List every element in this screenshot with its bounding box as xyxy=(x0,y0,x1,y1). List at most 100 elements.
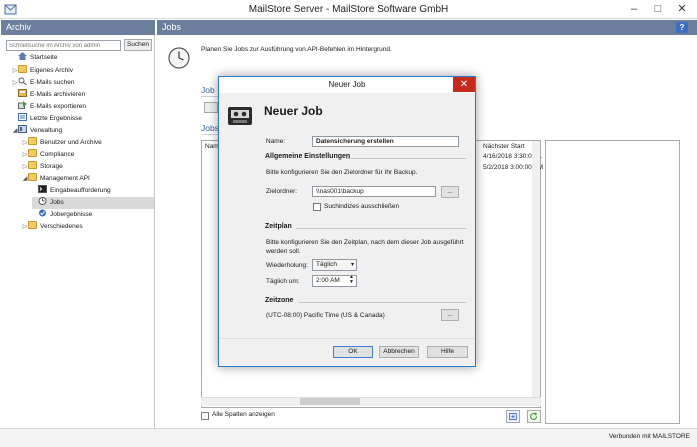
search-button[interactable]: Suchen xyxy=(124,39,152,51)
button-bar-divider xyxy=(219,338,475,339)
sidebar-item-emails-archivieren[interactable]: E-Mails archivieren xyxy=(12,89,154,101)
sidebar-item-verwaltung[interactable]: ◢ Verwaltung xyxy=(12,125,154,137)
backup-tape-icon xyxy=(228,107,252,125)
general-settings-description: Bitte konfigurieren Sie den Zielordner f… xyxy=(266,169,418,176)
folder-icon xyxy=(28,173,37,181)
sidebar-item-letzte-ergebnisse[interactable]: Letzte Ergebnisse xyxy=(12,113,154,125)
refresh-icon[interactable] xyxy=(527,410,541,423)
show-all-columns-checkbox[interactable] xyxy=(201,412,209,420)
sidebar-item-label: Storage xyxy=(40,163,63,170)
new-job-button[interactable] xyxy=(204,102,218,113)
column-header-next-start[interactable]: Nächster Start xyxy=(483,143,525,150)
target-folder-label: Zielordner: xyxy=(266,188,298,195)
sidebar-item-label: E-Mails suchen xyxy=(30,79,75,86)
sidebar-item-label: Jobergebnisse xyxy=(50,211,93,218)
archive-icon xyxy=(18,89,27,97)
folder-icon xyxy=(18,65,27,73)
clock-icon xyxy=(38,197,47,205)
sidebar-item-verschiedenes[interactable]: ▷ Verschiedenes xyxy=(22,221,154,233)
chevron-down-icon: ▾ xyxy=(350,262,354,268)
column-header-name[interactable]: Nam xyxy=(205,143,219,150)
name-label: Name: xyxy=(266,138,286,145)
folder-icon xyxy=(28,161,37,169)
folder-icon xyxy=(28,221,37,229)
sidebar-item-benutzer-und-archive[interactable]: ▷ Benutzer und Archive xyxy=(22,137,154,149)
sidebar-item-management-api[interactable]: ◢ Management API xyxy=(22,173,154,185)
sidebar-item-label: Startseite xyxy=(30,54,58,61)
ok-button[interactable]: OK xyxy=(333,346,373,358)
exclude-index-checkbox[interactable] xyxy=(313,203,321,211)
minimize-button[interactable]: – xyxy=(624,1,644,17)
command-prompt-icon xyxy=(38,185,47,193)
general-settings-heading: Allgemeine Einstellungen xyxy=(265,153,351,160)
sidebar-item-emails-suchen[interactable]: ▷ E-Mails suchen xyxy=(12,77,154,89)
sidebar-item-eigenes-archiv[interactable]: ▷ Eigenes Archiv xyxy=(12,65,154,77)
schedule-heading: Zeitplan xyxy=(265,223,292,230)
section-divider xyxy=(201,134,219,135)
browse-folder-button[interactable]: ... xyxy=(441,186,459,198)
repeat-value: Täglich xyxy=(316,261,337,268)
home-icon xyxy=(18,52,27,60)
sidebar-item-jobs[interactable]: Jobs xyxy=(32,197,154,209)
clock-icon xyxy=(168,47,190,69)
sidebar-item-label: Jobs xyxy=(50,199,64,206)
sidebar-item-storage[interactable]: ▷ Storage xyxy=(22,161,154,173)
daily-time-value: 2:00 AM xyxy=(316,277,340,284)
connection-status: Verbunden mit MAILSTORE xyxy=(608,433,690,440)
sidebar-item-jobergebnisse[interactable]: Jobergebnisse xyxy=(32,209,154,221)
timezone-browse-button[interactable]: ... xyxy=(441,309,459,321)
sidebar-item-eingabeaufforderung[interactable]: Eingabeaufforderung xyxy=(32,185,154,197)
sidebar-item-label: Letzte Ergebnisse xyxy=(30,115,83,122)
sidebar-item-label: Management API xyxy=(40,175,90,182)
sidebar-item-label: E-Mails exportieren xyxy=(30,103,86,110)
sidebar-item-label: Verwaltung xyxy=(30,127,63,134)
jobs-panel-header: Jobs xyxy=(157,20,697,35)
sidebar-item-label: Verschiedenes xyxy=(40,223,83,230)
section-divider xyxy=(201,96,219,97)
help-icon[interactable]: ? xyxy=(676,22,688,33)
maximize-button[interactable]: □ xyxy=(648,1,668,17)
job-name-field[interactable]: Datensicherung erstellen xyxy=(312,136,459,147)
results-icon xyxy=(18,113,27,121)
repeat-select[interactable]: Täglich ▾ xyxy=(312,259,357,271)
sidebar-item-label: Compliance xyxy=(40,151,75,158)
job-section-title: Job xyxy=(201,85,215,95)
folder-icon xyxy=(28,137,37,145)
new-job-dialog xyxy=(218,76,476,367)
timezone-heading: Zeitzone xyxy=(265,297,294,304)
search-icon xyxy=(18,77,27,85)
cancel-button[interactable]: Abbrechen xyxy=(379,346,419,358)
sidebar-item-startseite[interactable]: Startseite xyxy=(12,52,154,64)
sidebar-item-emails-exportieren[interactable]: E-Mails exportieren xyxy=(12,101,154,113)
job-details-panel xyxy=(545,140,680,424)
quick-search-input[interactable] xyxy=(6,40,121,51)
section-divider xyxy=(299,302,466,303)
export-icon xyxy=(18,101,27,109)
archive-panel-header: Archiv xyxy=(1,20,155,35)
add-job-icon[interactable] xyxy=(506,410,520,423)
sidebar-item-label: Eingabeaufforderung xyxy=(50,187,111,194)
dialog-close-button[interactable]: ✕ xyxy=(453,77,475,92)
section-divider xyxy=(346,158,466,159)
close-button[interactable]: ✕ xyxy=(672,1,692,17)
sidebar-item-label: Benutzer und Archive xyxy=(40,139,102,146)
dialog-help-button[interactable]: Hilfe xyxy=(427,346,468,358)
daily-time-stepper[interactable]: 2:00 AM ▲ ▼ xyxy=(312,275,357,287)
timezone-value: (UTC-08:00) Pacific Time (US & Canada) xyxy=(266,312,385,319)
daily-time-label: Täglich um: xyxy=(266,278,300,285)
scrollbar-thumb[interactable] xyxy=(300,398,360,405)
spinner-arrows-icon[interactable]: ▲ ▼ xyxy=(349,275,354,285)
dialog-heading: Neuer Job xyxy=(264,104,323,118)
vertical-scrollbar[interactable] xyxy=(532,141,540,397)
status-bar xyxy=(0,428,697,447)
sidebar-item-label: Eigenes Archiv xyxy=(30,67,73,74)
administration-icon xyxy=(18,125,27,133)
schedule-description: Bitte konfigurieren Sie den Zeitplan, na… xyxy=(266,239,464,255)
folder-icon xyxy=(28,149,37,157)
horizontal-scrollbar[interactable] xyxy=(201,397,541,406)
target-folder-field[interactable]: \\nas001\backup xyxy=(312,186,436,197)
sidebar-item-compliance[interactable]: ▷ Compliance xyxy=(22,149,154,161)
sidebar-item-label: E-Mails archivieren xyxy=(30,91,86,98)
show-all-columns-label: Alle Spalten anzeigen xyxy=(212,411,275,418)
section-divider xyxy=(296,228,466,229)
